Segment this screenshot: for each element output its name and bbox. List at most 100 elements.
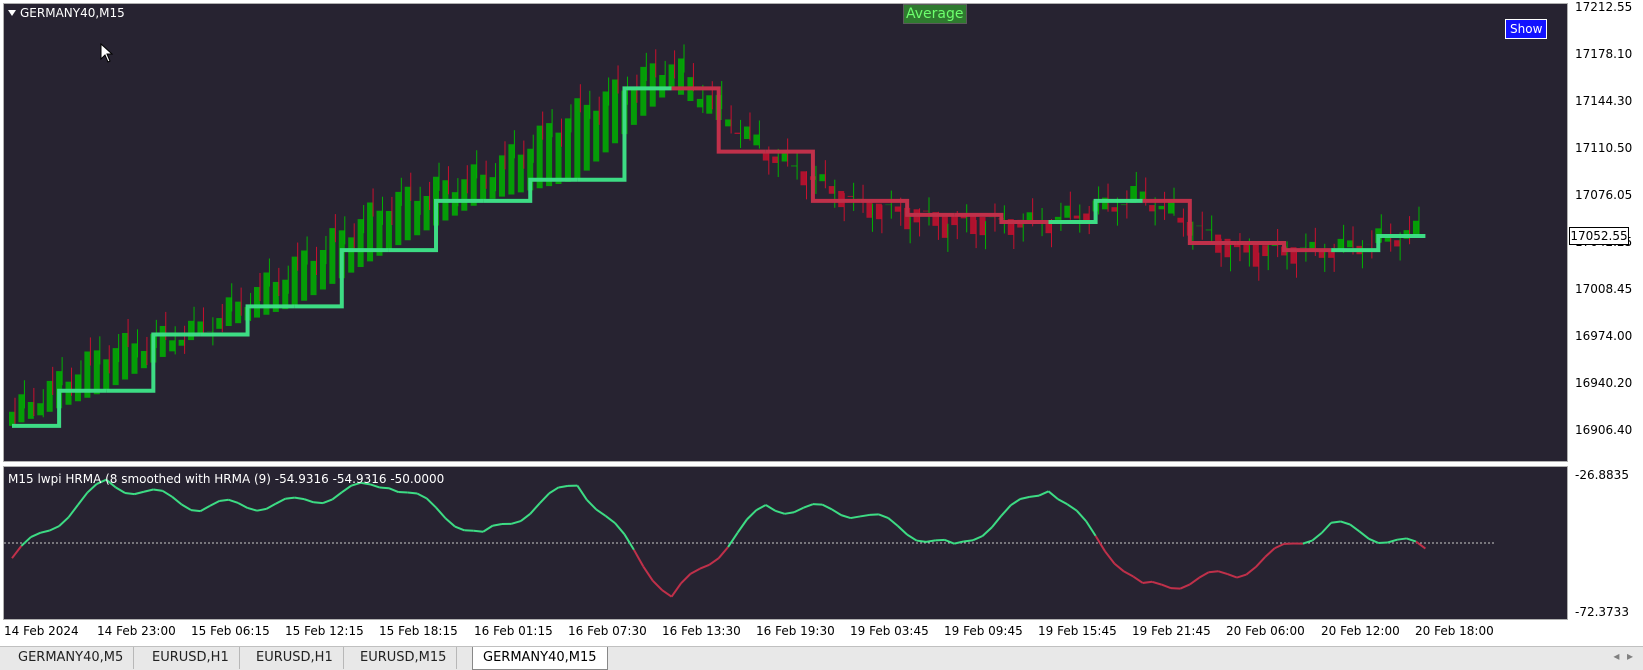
oscillator-line-segment (1303, 541, 1312, 544)
oscillator-line-segment (992, 516, 1001, 528)
oscillator-line-segment (1190, 578, 1199, 585)
oscillator-line-segment (690, 569, 699, 574)
oscillator-line-segment (832, 509, 841, 515)
oscillator-line-segment (869, 514, 878, 515)
oscillator-line-segment (653, 581, 662, 591)
oscillator-line-segment (1397, 538, 1406, 539)
oscillator-line-segment (1086, 521, 1095, 536)
oscillator-line-segment (860, 515, 869, 517)
time-axis-label: 15 Feb 18:15 (379, 624, 458, 638)
oscillator-line-segment (1312, 533, 1321, 541)
oscillator-line-segment (257, 509, 266, 511)
oscillator-line-segment (766, 505, 775, 511)
chart-tab[interactable]: EURUSD,H1 (142, 647, 240, 669)
oscillator-line-segment (785, 512, 794, 514)
oscillator-line-segment (804, 504, 813, 508)
oscillator-line-segment (342, 486, 351, 493)
tab-scroll-arrows[interactable]: ◂ ▸ (1613, 649, 1633, 663)
price-axis-label: 17144.30 (1575, 94, 1632, 108)
hrma-line-segment (389, 201, 483, 250)
oscillator-line-segment (559, 486, 568, 488)
oscillator-line-segment (427, 498, 436, 507)
oscillator-line-segment (1350, 524, 1359, 531)
oscillator-line-segment (587, 500, 596, 510)
oscillator-line-segment (125, 493, 134, 494)
chart-tab[interactable]: GERMANY40,M15 (472, 647, 608, 670)
hrma-line-segment (12, 391, 106, 426)
oscillator-line-segment (1341, 521, 1350, 524)
oscillator-line-segment (1228, 574, 1237, 578)
time-axis-label: 19 Feb 09:45 (944, 624, 1023, 638)
price-chart-panel[interactable] (3, 3, 1568, 462)
chart-area[interactable]: GERMANY40,M15 Average Show M15 lwpi HRMA… (0, 0, 1643, 646)
oscillator-line-segment (1096, 536, 1105, 551)
oscillator-line-segment (540, 493, 549, 503)
oscillator-line-segment (511, 521, 520, 524)
oscillator-line-segment (1388, 540, 1397, 543)
oscillator-line-segment (1114, 564, 1123, 572)
oscillator-line-segment (530, 503, 539, 514)
oscillator-line-segment (40, 530, 49, 532)
oscillator-line-segment (596, 509, 605, 515)
price-axis-label: 17110.50 (1575, 141, 1632, 155)
hrma-line-segment (483, 180, 577, 201)
price-axis-label: 17212.55 (1575, 0, 1632, 14)
oscillator-line-segment (577, 486, 586, 500)
indicator-panel[interactable] (3, 466, 1568, 620)
oscillator-line-segment (285, 498, 294, 499)
oscillator-line-segment (898, 526, 907, 535)
oscillator-line-segment (304, 499, 313, 502)
oscillator-line-segment (379, 487, 388, 488)
time-axis-label: 16 Feb 19:30 (756, 624, 835, 638)
time-axis-label: 20 Feb 06:00 (1226, 624, 1305, 638)
hrma-line-segment (1048, 201, 1142, 222)
symbol-title-text: GERMANY40,M15 (20, 6, 125, 20)
oscillator-line-segment (493, 524, 502, 526)
time-axis-label: 14 Feb 2024 (4, 624, 79, 638)
oscillator-line-segment (1209, 571, 1218, 572)
indicator-label: M15 lwpi HRMA (8 smoothed with HRMA (9) … (8, 472, 444, 486)
time-axis-label: 15 Feb 06:15 (191, 624, 270, 638)
oscillator-line-segment (445, 518, 454, 526)
hrma-line-segment (766, 152, 860, 201)
oscillator-line-segment (417, 493, 426, 498)
oscillator-line-segment (78, 493, 87, 505)
chart-tab[interactable]: EURUSD,M15 (350, 647, 457, 669)
hrma-line-segment (295, 250, 389, 306)
hrma-line-segment (672, 88, 766, 151)
price-axis-label: 16906.40 (1575, 423, 1632, 437)
oscillator-line-segment (606, 516, 615, 523)
oscillator-line-segment (153, 489, 162, 490)
time-axis-label: 16 Feb 07:30 (568, 624, 647, 638)
oscillator-line-segment (1077, 511, 1086, 522)
oscillator-line-segment (756, 505, 765, 510)
oscillator-line-segment (1407, 538, 1416, 541)
indicator-svg (4, 467, 1567, 619)
oscillator-line-segment (1180, 584, 1189, 588)
price-axis-label: 17178.10 (1575, 47, 1632, 61)
time-axis-label: 20 Feb 12:00 (1321, 624, 1400, 638)
oscillator-line-segment (332, 492, 341, 499)
time-axis-label: 15 Feb 12:15 (285, 624, 364, 638)
oscillator-line-segment (1246, 567, 1255, 575)
chart-tab[interactable]: GERMANY40,M5 (8, 647, 134, 669)
oscillator-line-segment (549, 487, 558, 493)
hrma-line-segment (1331, 236, 1425, 250)
current-price-tag: 17052.55 (1569, 227, 1629, 245)
oscillator-line-segment (248, 508, 257, 511)
oscillator-line-segment (1143, 582, 1152, 583)
oscillator-line-segment (408, 493, 417, 494)
time-axis-label: 19 Feb 15:45 (1038, 624, 1117, 638)
oscillator-line-segment (983, 527, 992, 536)
time-axis-label: 20 Feb 18:00 (1415, 624, 1494, 638)
oscillator-line-segment (1359, 531, 1368, 538)
collapse-triangle-icon[interactable] (8, 10, 16, 16)
hrma-line-segment (954, 215, 1048, 222)
show-button[interactable]: Show (1505, 19, 1547, 39)
time-axis-label: 16 Feb 13:30 (662, 624, 741, 638)
symbol-title[interactable]: GERMANY40,M15 (8, 6, 125, 20)
average-button[interactable]: Average (903, 4, 967, 24)
chart-tab[interactable]: EURUSD,H1 (246, 647, 344, 669)
oscillator-line-segment (1133, 577, 1142, 583)
price-axis-label: 17076.05 (1575, 188, 1632, 202)
